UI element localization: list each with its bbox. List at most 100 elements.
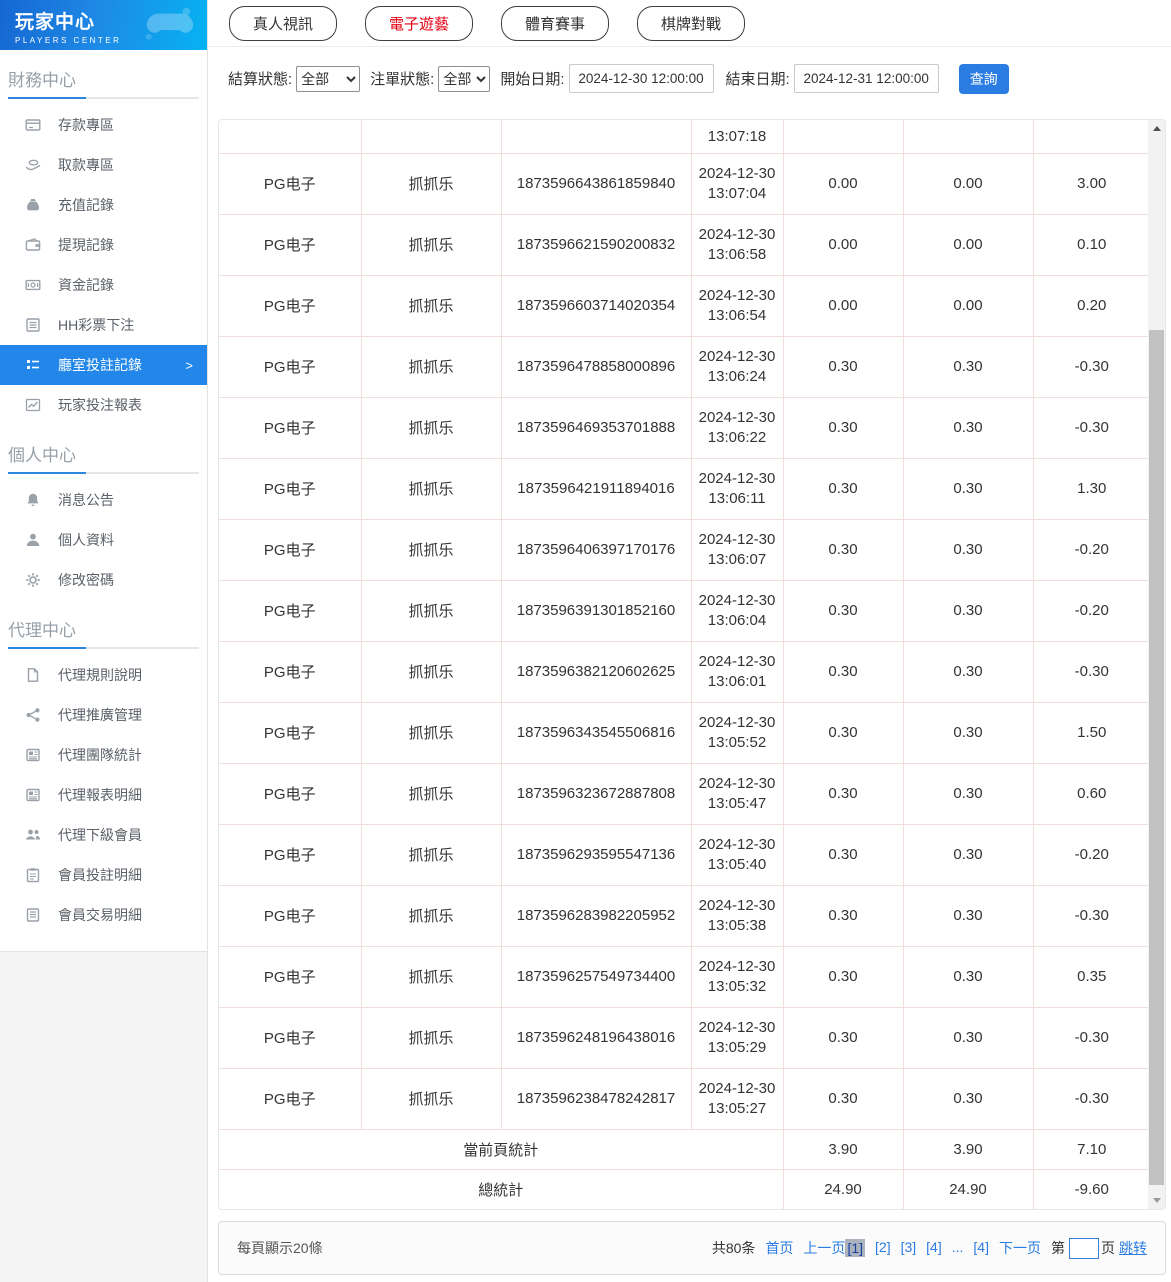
platform-cell: PG电子 <box>219 885 361 946</box>
scrollbar-thumb[interactable] <box>1149 330 1164 1185</box>
platform-cell: PG电子 <box>219 641 361 702</box>
sidebar-item[interactable]: 代理規則說明 <box>0 655 207 695</box>
winloss-cell: 0.10 <box>1033 214 1150 275</box>
start-date-label: 開始日期: <box>500 68 564 89</box>
order-status-select[interactable]: 全部 <box>438 66 490 92</box>
table-row: PG电子抓抓乐18735963913018521602024-12-3013:0… <box>219 580 1150 641</box>
order-id-cell: 1873596238478242817 <box>501 1068 691 1129</box>
platform-cell: PG电子 <box>219 397 361 458</box>
chart-icon <box>25 397 41 413</box>
bet-time: 13:06:01 <box>696 672 779 692</box>
bet-time: 13:06:58 <box>696 245 779 265</box>
time-cell: 2024-12-3013:06:04 <box>691 580 783 641</box>
platform-cell: PG电子 <box>219 1007 361 1068</box>
doc2-icon <box>25 907 41 923</box>
sidebar-item-label: 個人資料 <box>58 530 114 550</box>
time-cell: 2024-12-3013:06:01 <box>691 641 783 702</box>
winloss-cell: -0.30 <box>1033 641 1150 702</box>
doc-icon <box>25 667 41 683</box>
sidebar-item[interactable]: 資金記錄 <box>0 265 207 305</box>
search-button[interactable]: 查詢 <box>959 64 1009 94</box>
sidebar-item-label: 代理報表明細 <box>58 785 142 805</box>
jump-button[interactable]: 跳转 <box>1119 1238 1147 1258</box>
valid-bet-cell: 0.30 <box>903 885 1033 946</box>
sidebar-item-label: HH彩票下注 <box>58 315 134 335</box>
bet-date: 2024-12-30 <box>696 1018 779 1038</box>
valid-bet-cell: 24.90 <box>903 1169 1033 1209</box>
start-date-input[interactable] <box>569 64 714 93</box>
pagination-ellipsis[interactable]: ... <box>952 1239 964 1257</box>
scrollbar-up-icon[interactable] <box>1148 120 1165 137</box>
game-cell: 抓抓乐 <box>361 397 501 458</box>
game-cell: 抓抓乐 <box>361 824 501 885</box>
table-scrollbar[interactable] <box>1148 120 1165 1209</box>
sidebar-item[interactable]: 充值記錄 <box>0 185 207 225</box>
winloss-cell <box>1033 120 1150 153</box>
news-icon <box>25 787 41 803</box>
pagination-page[interactable]: [2] <box>875 1239 891 1257</box>
sidebar-item[interactable]: 修改密碼 <box>0 560 207 600</box>
bet-date: 2024-12-30 <box>696 835 779 855</box>
table-row: PG电子抓抓乐18735964693537018882024-12-3013:0… <box>219 397 1150 458</box>
pagination-page[interactable]: [1] <box>845 1239 865 1257</box>
note-icon <box>25 277 41 293</box>
gamepad-icon <box>141 4 199 46</box>
valid-bet-cell: 0.30 <box>903 824 1033 885</box>
time-cell: 2024-12-3013:05:38 <box>691 885 783 946</box>
sidebar-item[interactable]: 個人資料 <box>0 520 207 560</box>
time-cell: 2024-12-3013:06:11 <box>691 458 783 519</box>
bet-date: 2024-12-30 <box>696 530 779 550</box>
game-cell <box>361 120 501 153</box>
sidebar-item[interactable]: 代理下級會員 <box>0 815 207 855</box>
order-id-cell: 1873596382120602625 <box>501 641 691 702</box>
sidebar-item[interactable]: 代理團隊統計 <box>0 735 207 775</box>
game-cell: 抓抓乐 <box>361 519 501 580</box>
tab-2[interactable]: 電子遊藝 <box>365 6 473 41</box>
sidebar-item-label: 充值記錄 <box>58 195 114 215</box>
section-underline <box>8 97 199 99</box>
sidebar-item[interactable]: 代理報表明細 <box>0 775 207 815</box>
pagination-first[interactable]: 首页 <box>765 1238 793 1258</box>
tab-1[interactable]: 真人視訊 <box>229 6 337 41</box>
winloss-cell: -0.20 <box>1033 824 1150 885</box>
person-icon <box>25 532 41 548</box>
time-cell: 2024-12-3013:06:58 <box>691 214 783 275</box>
pagination-page[interactable]: [3] <box>901 1239 917 1257</box>
sidebar-item[interactable]: 會員投註明細 <box>0 855 207 895</box>
sidebar-item-label: 代理下級會員 <box>58 825 142 845</box>
sidebar-item[interactable]: HH彩票下注 <box>0 305 207 345</box>
sidebar-item[interactable]: 存款專區 <box>0 105 207 145</box>
sidebar-item[interactable]: 消息公告 <box>0 480 207 520</box>
table-row-partial: 13:07:18 <box>219 120 1150 153</box>
bet-date: 2024-12-30 <box>696 347 779 367</box>
share-icon <box>25 707 41 723</box>
sidebar-panel: 玩家中心 PLAYERS CENTER 財務中心存款專區取款專區充值記錄提現記錄… <box>0 0 207 952</box>
time-cell: 2024-12-3013:06:24 <box>691 336 783 397</box>
winloss-cell: -0.20 <box>1033 580 1150 641</box>
end-date-input[interactable] <box>794 64 939 93</box>
bet-amount-cell <box>783 120 903 153</box>
pagination-prev[interactable]: 上一页 <box>803 1238 845 1258</box>
sidebar-item[interactable]: 廳室投註記錄> <box>0 345 207 385</box>
sidebar-item[interactable]: 提現記錄 <box>0 225 207 265</box>
bet-amount-cell: 3.90 <box>783 1129 903 1169</box>
platform-cell: PG电子 <box>219 153 361 214</box>
settle-status-select[interactable]: 全部 <box>296 66 360 92</box>
bet-time: 13:05:52 <box>696 733 779 753</box>
sidebar-item[interactable]: 取款專區 <box>0 145 207 185</box>
page-jump-input[interactable] <box>1069 1238 1099 1259</box>
sidebar-item-label: 會員交易明細 <box>58 905 142 925</box>
sidebar-item[interactable]: 會員交易明細 <box>0 895 207 935</box>
scrollbar-down-icon[interactable] <box>1148 1192 1165 1209</box>
sidebar-item[interactable]: 代理推廣管理 <box>0 695 207 735</box>
pagination-page[interactable]: [4] <box>926 1239 942 1257</box>
winloss-cell: 3.00 <box>1033 153 1150 214</box>
tab-3[interactable]: 體育賽事 <box>501 6 609 41</box>
pagination-next[interactable]: 下一页 <box>999 1238 1041 1258</box>
chevron-right-icon: > <box>185 358 193 373</box>
tab-4[interactable]: 棋牌對戰 <box>637 6 745 41</box>
sidebar-item[interactable]: 玩家投注報表 <box>0 385 207 425</box>
table-row: PG电子抓抓乐18735966215902008322024-12-3013:0… <box>219 214 1150 275</box>
sidebar-header: 玩家中心 PLAYERS CENTER <box>0 0 207 50</box>
pagination-page[interactable]: [4] <box>973 1239 989 1257</box>
